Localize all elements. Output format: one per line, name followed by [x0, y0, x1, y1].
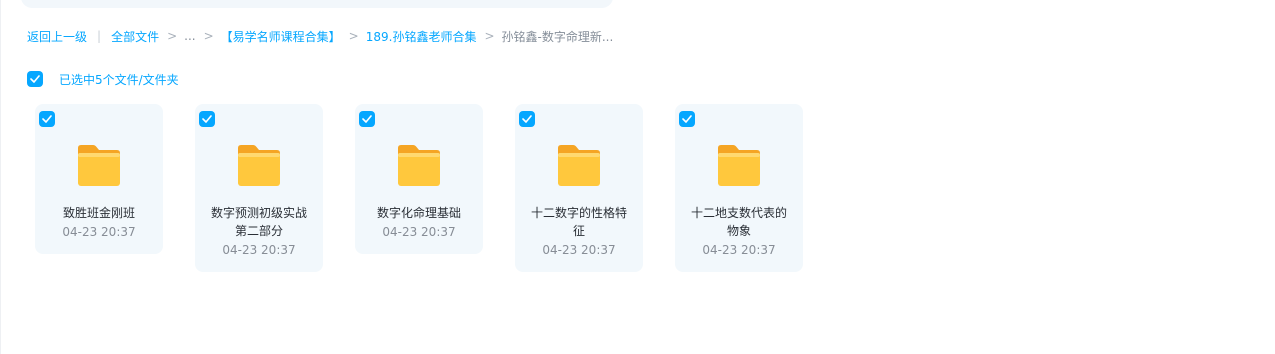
breadcrumb-divider: |	[97, 29, 102, 43]
file-date: 04-23 20:37	[702, 243, 776, 257]
file-card[interactable]: 致胜班金刚班 04-23 20:37	[35, 104, 163, 254]
breadcrumb-current: 孙铭鑫-数字命理新...	[501, 29, 614, 44]
file-date: 04-23 20:37	[542, 243, 616, 257]
file-card[interactable]: 数字预测初级实战第二部分 04-23 20:37	[195, 104, 323, 272]
file-checkbox[interactable]	[679, 111, 695, 127]
folder-icon	[78, 145, 120, 186]
check-icon	[202, 115, 212, 123]
folder-icon	[238, 145, 280, 186]
breadcrumb: 返回上一级 | 全部文件 > ... > 【易学名师课程合集】 > 189.孙铭…	[27, 27, 613, 45]
file-date: 04-23 20:37	[62, 225, 136, 239]
selection-count: 已选中5个文件/文件夹	[59, 72, 179, 87]
file-name: 致胜班金刚班	[62, 206, 135, 220]
file-date: 04-23 20:37	[382, 225, 456, 239]
breadcrumb-ellipsis[interactable]: ...	[184, 29, 195, 43]
folder-icon	[558, 145, 600, 186]
breadcrumb-folder-collection[interactable]: 【易学名师课程合集】	[221, 28, 341, 45]
file-browser: 返回上一级 | 全部文件 > ... > 【易学名师课程合集】 > 189.孙铭…	[0, 0, 1275, 354]
check-icon	[30, 75, 40, 83]
file-checkbox[interactable]	[359, 111, 375, 127]
chevron-right-icon: >	[167, 29, 178, 43]
folder-icon	[398, 145, 440, 186]
toolbar-strip	[21, 0, 613, 8]
file-name: 十二地支数代表的物象	[690, 206, 787, 238]
breadcrumb-folder-teacher[interactable]: 189.孙铭鑫老师合集	[366, 28, 477, 45]
file-name: 数字预测初级实战第二部分	[210, 206, 307, 238]
chevron-right-icon: >	[484, 29, 495, 43]
file-checkbox[interactable]	[199, 111, 215, 127]
file-card[interactable]: 十二地支数代表的物象 04-23 20:37	[675, 104, 803, 272]
file-name: 数字化命理基础	[376, 206, 461, 220]
file-checkbox[interactable]	[519, 111, 535, 127]
folder-icon	[718, 145, 760, 186]
file-date: 04-23 20:37	[222, 243, 296, 257]
file-name: 十二数字的性格特征	[530, 206, 627, 238]
chevron-right-icon: >	[348, 29, 359, 43]
check-icon	[682, 115, 692, 123]
breadcrumb-root[interactable]: 全部文件	[111, 28, 159, 45]
chevron-right-icon: >	[203, 29, 214, 43]
select-all-checkbox[interactable]	[27, 71, 43, 87]
file-card[interactable]: 数字化命理基础 04-23 20:37	[355, 104, 483, 254]
check-icon	[522, 115, 532, 123]
selection-bar: 已选中5个文件/文件夹	[27, 70, 179, 88]
check-icon	[362, 115, 372, 123]
file-checkbox[interactable]	[39, 111, 55, 127]
check-icon	[42, 115, 52, 123]
back-link[interactable]: 返回上一级	[27, 28, 87, 45]
file-card[interactable]: 十二数字的性格特征 04-23 20:37	[515, 104, 643, 272]
file-grid: 致胜班金刚班 04-23 20:37 数字预测初级实战第二部分 04-23 20…	[35, 104, 803, 272]
